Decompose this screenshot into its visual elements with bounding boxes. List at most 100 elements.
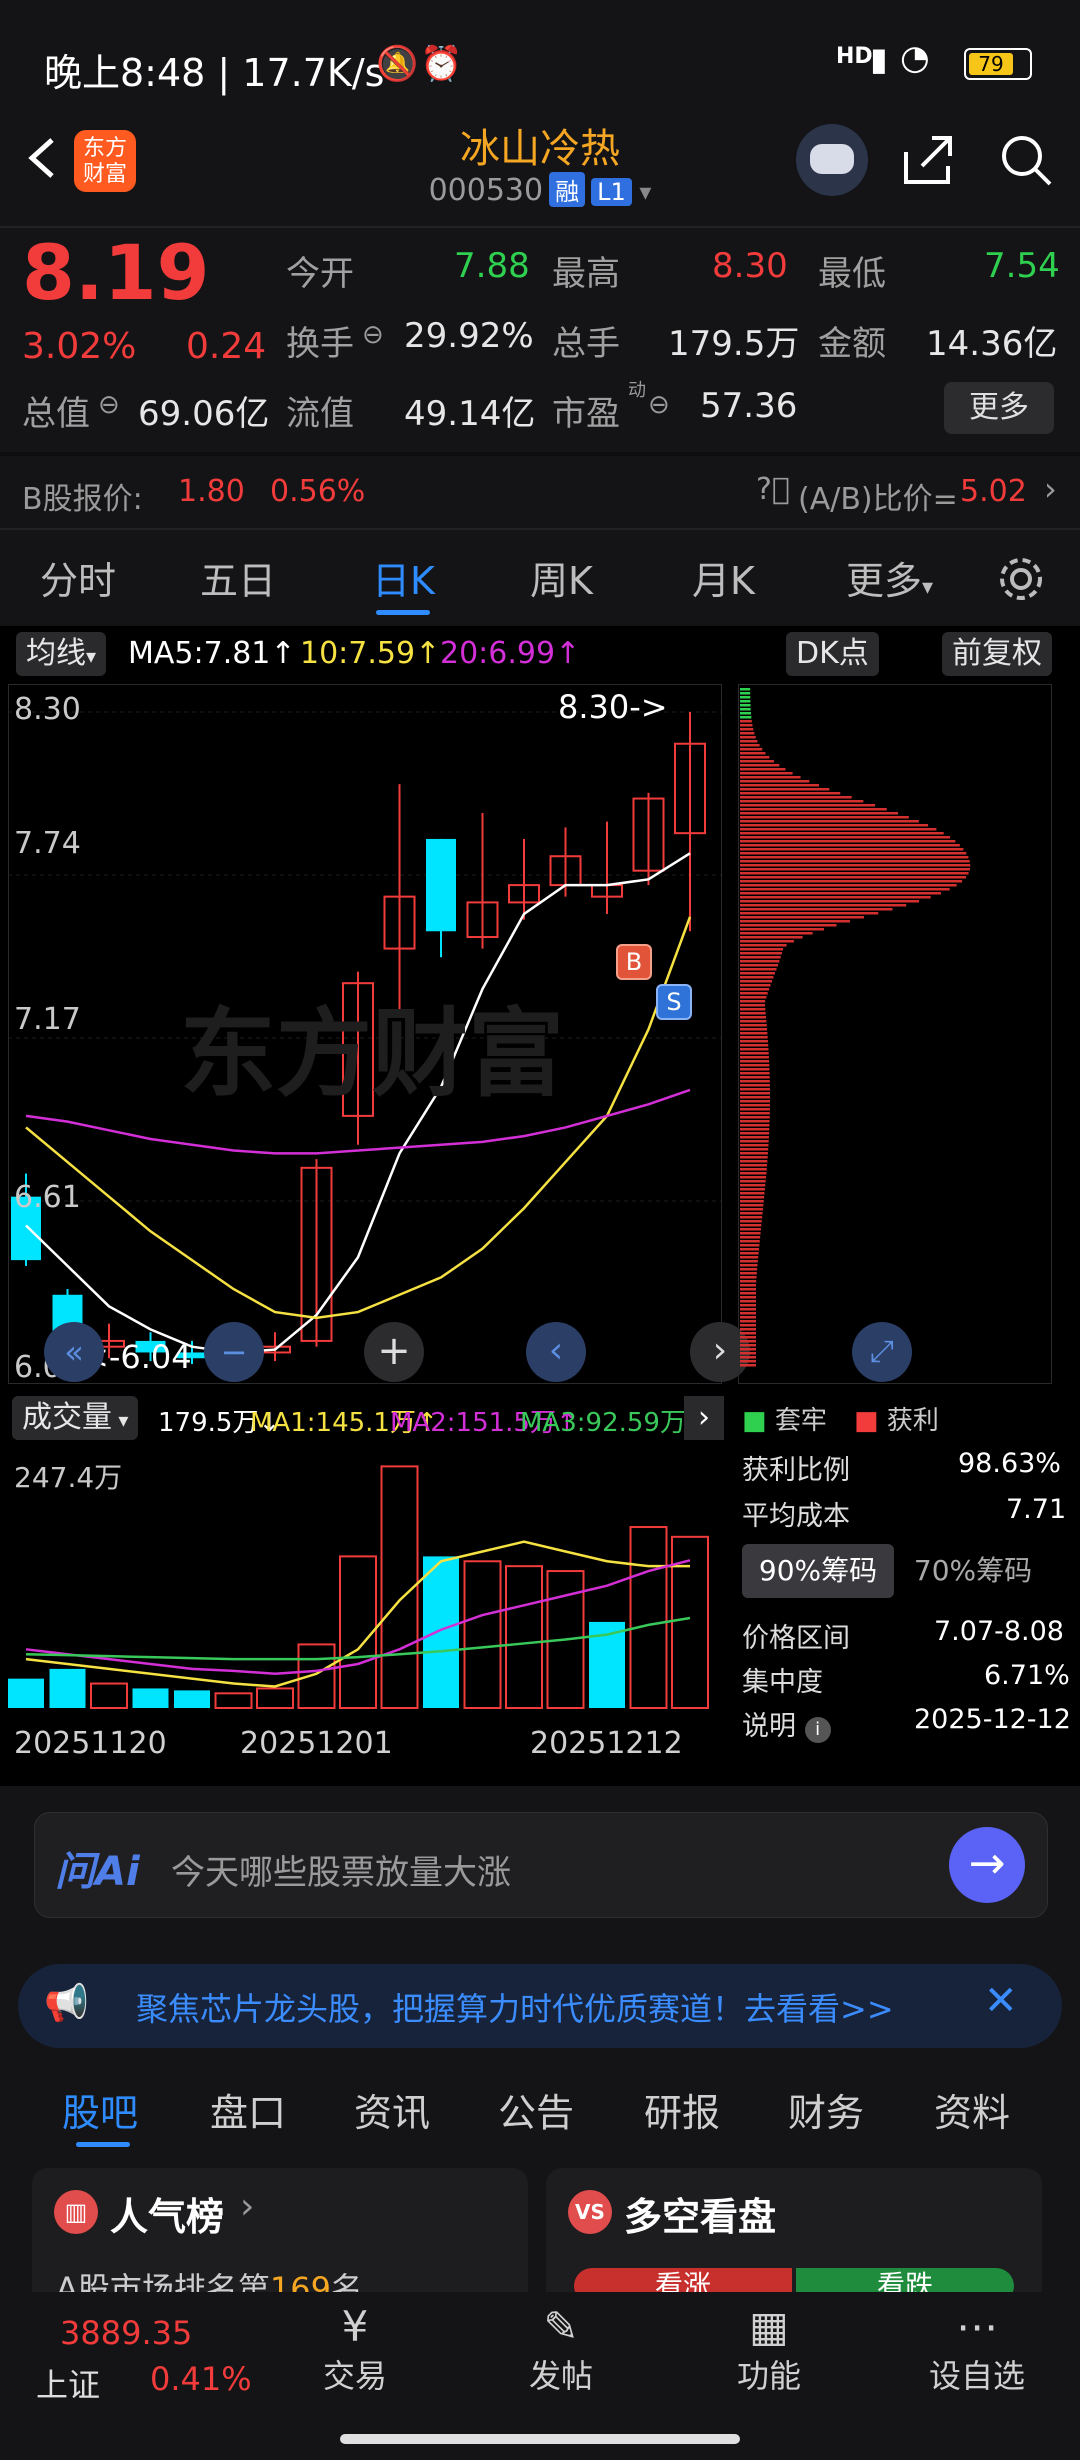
info-icon[interactable]: ⊖ [362,320,384,350]
nav-trade[interactable]: ¥ 交易 [290,2302,420,2397]
ma20-label: 20:6.99↑ [440,636,581,671]
help-icon[interactable]: ?⃝ [756,472,790,507]
promo-banner[interactable]: 📢 聚焦芯片龙头股，把握算力时代优质赛道！去看看>> ✕ [18,1964,1062,2048]
volume-bar [297,1643,336,1710]
grid-icon: ▦ [749,2302,789,2351]
close-icon[interactable]: ✕ [984,1978,1018,2024]
tab-research[interactable]: 研报 [644,2082,720,2137]
alarm-icon: ⏰ [420,44,463,84]
period-tabs: 分时 五日 日K 周K 月K 更多▾ [0,540,1080,626]
chip-bar [740,940,794,943]
y-tick: 7.74 [14,826,81,861]
tab-profile[interactable]: 资料 [934,2082,1010,2137]
chip-bar [740,696,751,699]
tab-five-day[interactable]: 五日 [200,550,276,605]
concentration-value: 6.71% [984,1660,1070,1691]
chip-bar [740,1196,765,1199]
chip-bar [740,832,944,835]
open-label: 今开 [286,254,354,294]
chip-bar [740,872,969,875]
chip-bar [740,744,760,747]
tab-forum[interactable]: 股吧 [62,2082,138,2137]
more-button[interactable]: 更多 [944,382,1054,434]
adjust-button[interactable]: 前复权 [942,632,1052,676]
tab-announcement[interactable]: 公告 [498,2082,574,2137]
chip-bar [740,1060,770,1063]
chip-bar [740,1052,769,1055]
tab-news[interactable]: 资讯 [354,2082,430,2137]
chip-distribution-chart [740,688,971,1367]
nav-add-watchlist[interactable]: ⋯ 设自选 [912,2302,1042,2397]
tab-daily-k[interactable]: 日K [372,550,435,605]
tab-intraday[interactable]: 分时 [40,550,116,605]
settings-gear-icon[interactable] [996,554,1046,604]
info-icon[interactable]: ⊖ [648,390,670,420]
tab-chip-90[interactable]: 90%筹码 [742,1544,894,1598]
scroll-first-icon[interactable]: « [44,1322,104,1382]
chip-bar [740,1328,756,1331]
tab-monthly-k[interactable]: 月K [692,550,755,605]
chip-bar [740,776,801,779]
chip-bar [740,1240,760,1243]
zoom-in-icon[interactable]: + [364,1322,424,1382]
price-range-label: 价格区间 [742,1623,850,1654]
chip-bar [740,1176,767,1179]
tab-weekly-k[interactable]: 周K [530,550,593,605]
chip-bar [740,1156,768,1159]
chip-bar [740,1092,770,1095]
ai-ask-bar[interactable]: 问Ai 今天哪些股票放量大涨 → [34,1812,1048,1918]
chip-bar [740,704,751,707]
bull-bear-title: 多空看盘 [624,2195,777,2239]
b-share-row[interactable]: B股报价: 1.80 0.56% ?⃝ (A/B)比价= 5.02 › [0,456,1080,526]
turnover-value: 29.92% [404,316,534,356]
chip-bar [740,956,781,959]
chip-bar [740,1264,758,1267]
volume-bar [339,1555,377,1710]
chevron-right-icon: › [240,2186,255,2227]
chip-bar [740,828,937,831]
ai-input-placeholder[interactable]: 今天哪些股票放量大涨 [171,1845,511,1894]
sell-marker[interactable]: S [656,984,692,1020]
volume-button[interactable]: 成交量 ▾ [12,1396,139,1440]
ma-button[interactable]: 均线▾ [16,632,107,676]
chip-bar [740,960,780,963]
search-icon[interactable] [998,132,1054,188]
dk-point-button[interactable]: DK点 [786,632,879,676]
current-price: 8.19 [22,228,210,317]
volume-expand-icon[interactable]: › [684,1396,724,1440]
tab-chip-70[interactable]: 70%筹码 [898,1544,1048,1598]
bull-bear-card[interactable]: VS 多空看盘 看涨 看跌 [546,2168,1042,2308]
tab-more[interactable]: 更多▾ [846,550,933,605]
popularity-card[interactable]: ▥ 人气榜 › A股市场排名第169名 [32,2168,528,2308]
nav-post[interactable]: ✎ 发帖 [496,2302,626,2397]
low-label: 最低 [818,254,886,294]
chip-bar [740,1048,769,1051]
chip-bar [740,952,782,955]
yen-icon: ¥ [341,2302,369,2351]
chip-bar [740,1160,768,1163]
tab-finance[interactable]: 财务 [788,2082,864,2137]
chip-bar [740,1344,756,1347]
chip-bar [740,936,803,939]
chip-bar [740,1112,770,1115]
chip-bar [740,1288,756,1291]
profit-ratio-label: 获利比例 [742,1455,850,1486]
tab-market[interactable]: 盘口 [210,2082,286,2137]
chip-bar [740,760,774,763]
y-tick-top: 8.30 [14,692,81,727]
scroll-left-icon[interactable]: ‹ [526,1322,586,1382]
buy-marker[interactable]: B [616,944,652,980]
high-marker: 8.30-> [558,688,668,726]
share-icon[interactable] [900,132,956,188]
nav-functions[interactable]: ▦ 功能 [704,2302,834,2397]
battery-icon: 79 [964,48,1032,80]
chip-bar [740,740,758,743]
kline-chart-area: 均线▾ MA5:7.81↑ 10:7.59↑ 20:6.99↑ DK点 前复权 … [0,626,1080,1786]
robot-assistant-icon[interactable] [796,124,868,196]
chip-bar [740,1108,770,1111]
zoom-out-icon[interactable]: − [204,1322,264,1382]
send-arrow-icon[interactable]: → [949,1827,1025,1903]
chip-bar [740,1128,770,1131]
info-icon[interactable]: ⊖ [98,390,120,420]
chip-bar [740,904,907,907]
